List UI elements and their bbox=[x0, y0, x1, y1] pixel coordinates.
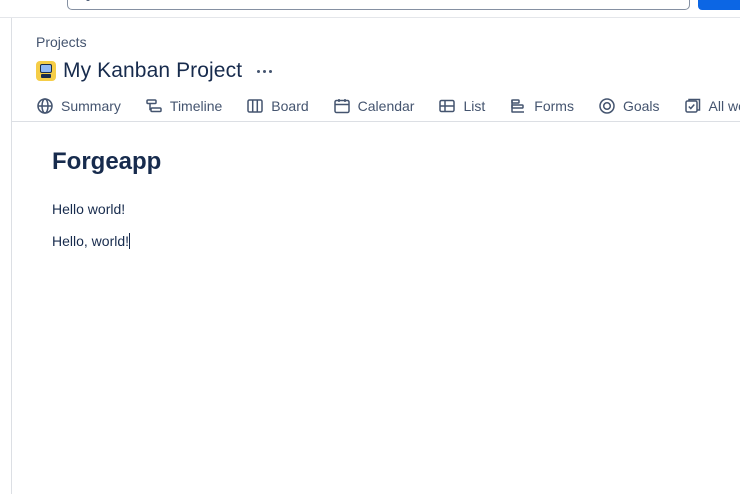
timeline-icon bbox=[146, 99, 162, 113]
search-input[interactable] bbox=[67, 0, 690, 10]
tab-all-work[interactable]: All work bbox=[684, 94, 740, 118]
tab-label: Forms bbox=[534, 98, 574, 114]
globe-icon bbox=[37, 98, 53, 114]
tab-label: Board bbox=[271, 98, 309, 114]
project-tabs: Summary Timeline Board Calendar List For… bbox=[36, 94, 740, 122]
tabs-divider bbox=[12, 121, 740, 122]
page-title: My Kanban Project bbox=[63, 59, 243, 82]
paragraph-text: Hello, world! bbox=[52, 233, 130, 249]
tab-label: Goals bbox=[622, 98, 660, 114]
app-content-panel: Forgeapp Hello world! Hello, world! bbox=[52, 148, 712, 265]
content-heading: Forgeapp bbox=[52, 148, 162, 175]
tab-timeline[interactable]: Timeline bbox=[145, 94, 222, 118]
editable-paragraph[interactable]: Hello, world! bbox=[52, 233, 712, 249]
project-avatar-icon[interactable] bbox=[36, 61, 56, 81]
board-icon bbox=[247, 99, 264, 113]
content-paragraph: Hello world! bbox=[52, 201, 712, 217]
tab-forms[interactable]: Forms bbox=[509, 94, 574, 118]
all-work-icon bbox=[684, 98, 700, 113]
calendar-icon bbox=[333, 99, 350, 114]
create-button[interactable] bbox=[698, 0, 740, 10]
tab-label: Summary bbox=[61, 98, 121, 114]
text-cursor bbox=[129, 233, 131, 249]
tab-calendar[interactable]: Calendar bbox=[333, 94, 415, 118]
tab-label: All work bbox=[708, 98, 740, 114]
search-icon bbox=[86, 0, 90, 1]
tab-label: List bbox=[463, 98, 486, 114]
goals-icon bbox=[599, 98, 615, 114]
tab-board[interactable]: Board bbox=[246, 94, 309, 118]
breadcrumb-projects-link[interactable]: Projects bbox=[36, 34, 87, 50]
tab-label: Timeline bbox=[169, 98, 223, 114]
paragraph-text: Hello world! bbox=[52, 201, 126, 217]
breadcrumb[interactable]: Projects bbox=[36, 34, 87, 50]
tab-goals[interactable]: Goals bbox=[598, 94, 660, 118]
more-actions-icon[interactable] bbox=[254, 61, 274, 81]
project-header: My Kanban Project bbox=[36, 58, 274, 84]
tab-summary[interactable]: Summary bbox=[36, 94, 121, 118]
top-navigation-bar bbox=[0, 0, 740, 18]
tab-label: Calendar bbox=[357, 98, 415, 114]
sidebar-collapsed bbox=[0, 18, 12, 494]
tab-list[interactable]: List bbox=[438, 94, 485, 118]
list-icon bbox=[439, 99, 456, 113]
forms-icon bbox=[511, 99, 525, 113]
